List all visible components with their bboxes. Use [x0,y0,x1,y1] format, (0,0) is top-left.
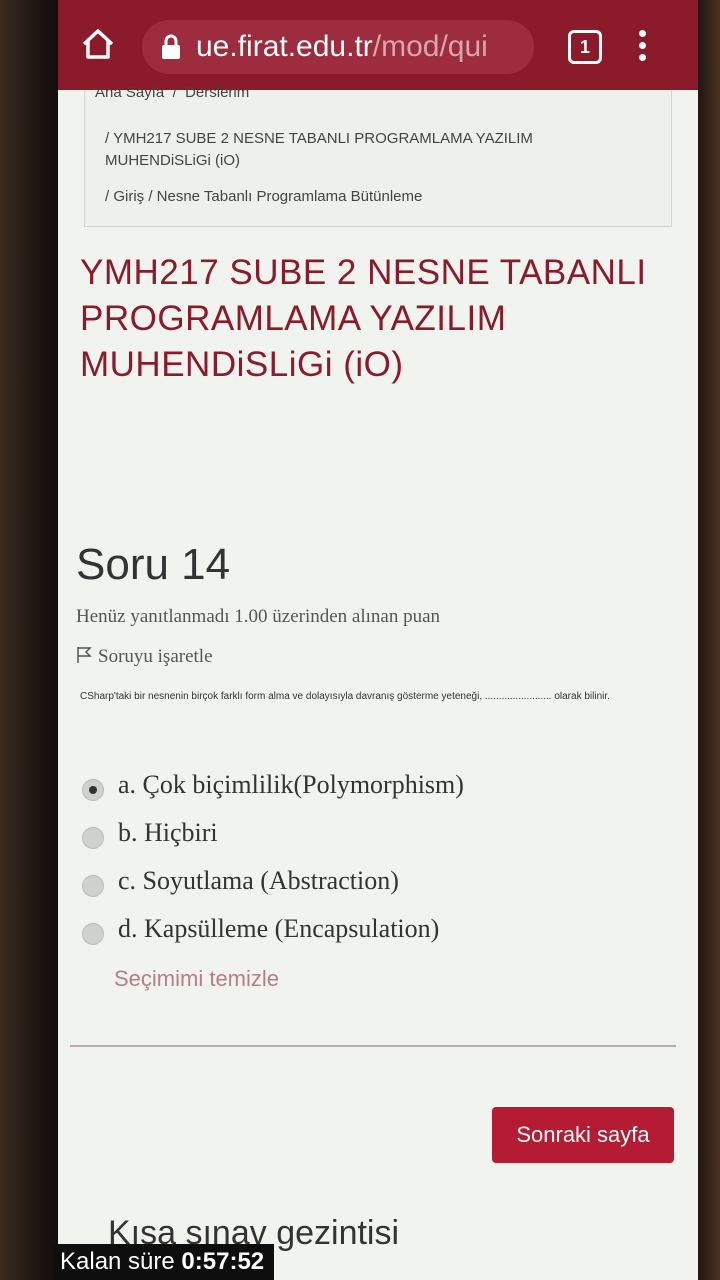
home-icon[interactable] [80,26,116,62]
breadcrumb-home-link[interactable]: Ana Sayfa [95,84,164,101]
breadcrumb-courses-link[interactable]: Derslerim [185,84,249,101]
time-remaining-label: Kalan süre [60,1248,175,1275]
question-text: CSharp'taki bir nesnenin birçok farklı f… [80,691,610,702]
radio-button-c[interactable] [82,875,104,897]
url-path: /mod/qui [372,30,488,63]
radio-button-a[interactable] [82,779,104,801]
answer-label-a[interactable]: a. Çok biçimlilik(Polymorphism) [118,770,464,800]
flag-question-label: Soruyu işaretle [98,646,213,667]
phone-screen: ue.firat.edu.tr/mod/qui 1 Ana Sayfa / De… [58,0,698,1280]
flag-question-link[interactable]: Soruyu işaretle [76,646,213,668]
lock-icon [160,34,182,60]
url-text: ue.firat.edu.tr/mod/qui [196,30,526,64]
answer-label-b[interactable]: b. Hiçbiri [118,818,218,848]
tab-switcher-button[interactable]: 1 [568,30,602,64]
breadcrumb-course-link[interactable]: / YMH217 SUBE 2 NESNE TABANLI PROGRAMLAM… [105,128,625,172]
page-title: YMH217 SUBE 2 NESNE TABANLI PROGRAMLAMA … [80,253,647,384]
question-number: Soru 14 [76,540,231,589]
time-remaining-value: 0:57:52 [181,1248,265,1275]
time-remaining-banner: Kalan süre 0:57:52 [54,1244,275,1280]
breadcrumb: Ana Sayfa / Derslerim / YMH217 SUBE 2 NE… [84,84,672,227]
url-host: ue.firat.edu.tr [196,30,373,63]
overflow-menu-icon[interactable] [636,30,648,66]
radio-button-d[interactable] [82,923,104,945]
browser-toolbar: ue.firat.edu.tr/mod/qui 1 [58,0,698,90]
answer-label-c[interactable]: c. Soyutlama (Abstraction) [118,866,399,896]
next-page-button[interactable]: Sonraki sayfa [492,1107,674,1163]
question-status: Henüz yanıtlanmadı 1.00 üzerinden alınan… [76,606,441,627]
breadcrumb-separator: / [172,84,177,101]
breadcrumb-row-1: Ana Sayfa / Derslerim [95,84,249,101]
divider [70,1045,676,1047]
radio-button-b[interactable] [82,827,104,849]
answer-label-d[interactable]: d. Kapsülleme (Encapsulation) [118,914,439,944]
address-bar[interactable]: ue.firat.edu.tr/mod/qui [142,20,534,74]
breadcrumb-quiz-path[interactable]: / Giriş / Nesne Tabanlı Programlama Bütü… [105,188,422,205]
clear-selection-link[interactable]: Seçimimi temizle [114,966,279,992]
flag-icon [76,646,92,664]
